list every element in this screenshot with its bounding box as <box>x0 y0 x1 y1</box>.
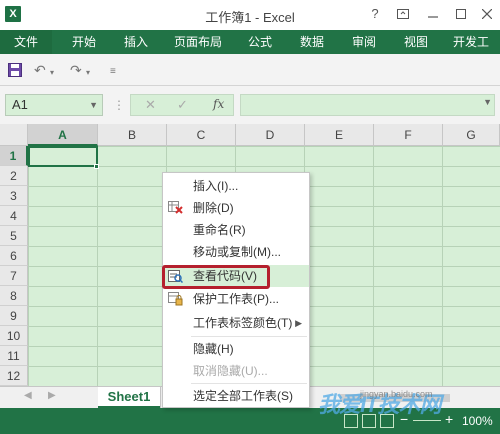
menu-item-hide[interactable]: 隐藏(H) <box>163 338 309 360</box>
menu-item-label: 选定全部工作表(S) <box>193 389 293 403</box>
menu-separator <box>191 336 307 337</box>
formula-input[interactable]: ▼ <box>240 94 495 116</box>
row-header[interactable]: 7 <box>0 266 28 286</box>
menu-item-label: 移动或复制(M)... <box>193 245 281 259</box>
formula-commands: ✕ ✓ fx <box>130 94 234 116</box>
sheet-tab-context-menu: 插入(I)... 删除(D) 重命名(R) 移动或复制(M)... 查看代码(V… <box>162 172 310 408</box>
menu-item-rename[interactable]: 重命名(R) <box>163 219 309 241</box>
row-header[interactable]: 12 <box>0 366 28 386</box>
row-header[interactable]: 6 <box>0 246 28 266</box>
row-header[interactable]: 9 <box>0 306 28 326</box>
zoom-slider[interactable] <box>413 420 441 421</box>
row-header[interactable]: 2 <box>0 166 28 186</box>
menu-separator <box>191 383 307 384</box>
chevron-down-icon[interactable]: ▼ <box>89 95 98 115</box>
row-header[interactable]: 8 <box>0 286 28 306</box>
minimize-icon <box>428 16 438 18</box>
annotation-highlight <box>162 265 270 289</box>
column-header[interactable]: B <box>98 124 167 146</box>
restore-icon <box>397 9 409 19</box>
minimize-button[interactable] <box>418 0 448 28</box>
sheet-tab[interactable]: Sheet1 <box>98 387 160 409</box>
tab-insert[interactable]: 插入 <box>114 30 158 54</box>
cancel-icon[interactable]: ✕ <box>145 97 156 113</box>
tab-file[interactable]: 文件 <box>0 30 52 54</box>
tab-page-layout[interactable]: 页面布局 <box>166 30 230 54</box>
protect-sheet-icon <box>168 292 183 306</box>
quick-access-toolbar: ↶ ▾ ↷ ▾ ≡ <box>0 54 500 86</box>
ribbon-display-button[interactable] <box>388 0 418 28</box>
tab-data[interactable]: 数据 <box>290 30 334 54</box>
column-header[interactable]: G <box>443 124 500 146</box>
help-button[interactable]: ? <box>360 0 390 28</box>
tab-review[interactable]: 审阅 <box>342 30 386 54</box>
customize-qat-icon[interactable]: ≡ <box>110 64 116 80</box>
menu-item-label: 重命名(R) <box>193 223 246 237</box>
row-header[interactable]: 3 <box>0 186 28 206</box>
maximize-icon <box>456 9 466 19</box>
row-header[interactable]: 1 <box>0 146 28 166</box>
enter-icon[interactable]: ✓ <box>177 97 188 113</box>
formula-bar: A1 ▼ ⋮ ✕ ✓ fx ▼ <box>0 86 500 124</box>
menu-item-label: 保护工作表(P)... <box>193 292 279 306</box>
ribbon-tab-bar: 文件 开始 插入 页面布局 公式 数据 审阅 视图 开发工 <box>0 30 500 54</box>
menu-item-label: 插入(I)... <box>193 179 239 193</box>
column-header[interactable]: E <box>305 124 374 146</box>
column-header[interactable]: D <box>236 124 305 146</box>
next-sheet-icon[interactable]: ▶ <box>48 390 56 401</box>
close-button[interactable] <box>472 0 500 28</box>
more-icon[interactable]: ⋮ <box>113 98 125 112</box>
name-box-value: A1 <box>12 97 28 112</box>
chevron-right-icon: ▶ <box>295 318 302 328</box>
prev-sheet-icon[interactable]: ◀ <box>24 390 32 401</box>
redo-dropdown-icon[interactable]: ▾ <box>86 65 90 81</box>
name-box[interactable]: A1 ▼ <box>5 94 103 116</box>
zoom-in-icon[interactable]: + <box>445 411 453 427</box>
undo-dropdown-icon[interactable]: ▾ <box>50 65 54 81</box>
title-bar: X 工作簿1 - Excel ? <box>0 0 500 30</box>
zoom-level[interactable]: 100% <box>462 414 493 428</box>
fill-handle[interactable] <box>94 164 99 169</box>
insert-function-icon[interactable]: fx <box>213 97 224 111</box>
close-icon <box>481 8 493 20</box>
tab-view[interactable]: 视图 <box>394 30 438 54</box>
menu-item-move-copy[interactable]: 移动或复制(M)... <box>163 241 309 263</box>
redo-icon[interactable]: ↷ <box>70 62 82 78</box>
menu-item-protect-sheet[interactable]: 保护工作表(P)... <box>163 288 309 310</box>
menu-item-delete[interactable]: 删除(D) <box>163 197 309 219</box>
menu-item-label: 取消隐藏(U)... <box>193 364 268 378</box>
row-header[interactable]: 10 <box>0 326 28 346</box>
column-header[interactable]: A <box>28 124 98 146</box>
menu-item-label: 删除(D) <box>193 201 234 215</box>
column-header[interactable]: F <box>374 124 443 146</box>
tab-home[interactable]: 开始 <box>62 30 106 54</box>
select-all-button[interactable] <box>0 124 28 146</box>
active-cell[interactable] <box>28 146 98 167</box>
menu-item-tab-color[interactable]: 工作表标签颜色(T) ▶ <box>163 312 309 334</box>
menu-item-select-all-sheets[interactable]: 选定全部工作表(S) <box>163 385 309 407</box>
save-icon[interactable] <box>8 62 22 78</box>
tab-formulas[interactable]: 公式 <box>238 30 282 54</box>
column-header[interactable]: C <box>167 124 236 146</box>
expand-icon[interactable]: ▼ <box>483 97 492 107</box>
row-header[interactable]: 11 <box>0 346 28 366</box>
delete-sheet-icon <box>168 201 183 214</box>
menu-item-insert[interactable]: 插入(I)... <box>163 175 309 197</box>
menu-item-unhide: 取消隐藏(U)... <box>163 360 309 382</box>
menu-item-label: 隐藏(H) <box>193 342 234 356</box>
row-header[interactable]: 4 <box>0 206 28 226</box>
undo-icon[interactable]: ↶ <box>34 62 46 78</box>
watermark-url: jingyan.baidu.com <box>360 389 433 399</box>
tab-developer[interactable]: 开发工 <box>446 30 496 54</box>
menu-item-label: 工作表标签颜色(T) <box>193 316 293 330</box>
row-header[interactable]: 5 <box>0 226 28 246</box>
